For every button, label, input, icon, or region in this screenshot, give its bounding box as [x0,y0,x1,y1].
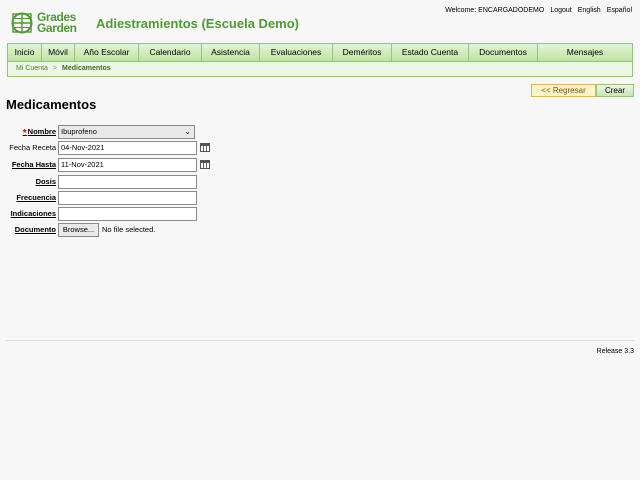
fecha-hasta-label: Fecha Hasta [11,160,56,169]
fecha-receta-input[interactable]: 04-Nov-2021 [58,141,197,155]
form-row-frecuencia: Frecuencia [0,191,640,205]
nav-item-mensajes[interactable]: Mensajes [538,44,632,61]
nav-item-movil[interactable]: Móvil [42,44,75,61]
form-row-dosis: Dosis [0,175,640,189]
globe-logo-icon [11,12,33,34]
grades-garden-logo: Grades Garden [11,11,83,35]
nav-item-demeritos[interactable]: Deméritos [333,44,392,61]
user-bar: Welcome: ENCARGADODEMO Logout English Es… [445,7,632,14]
form-row-indicaciones: Indicaciones [0,207,640,221]
back-button[interactable]: << Regresar [531,84,596,97]
indicaciones-input[interactable] [58,207,197,221]
nav-item-documentos[interactable]: Documentos [469,44,538,61]
release-text: Release 3.3 [596,348,634,355]
nombre-select[interactable]: Ibuprofeno ⌄ [58,125,195,139]
form-row-documento: Documento Browse... No file selected. [0,223,640,237]
breadcrumb: Mi Cuenta > Medicamentos [7,62,633,77]
calendar-icon[interactable] [200,143,210,152]
nav-item-asistencia[interactable]: Asistencia [202,44,260,61]
breadcrumb-current: Medicamentos [62,65,111,72]
nav-item-evaluaciones[interactable]: Evaluaciones [260,44,333,61]
form-row-fecha-hasta: Fecha Hasta 11-Nov-2021 [0,158,640,172]
breadcrumb-separator: > [52,65,57,72]
browse-button[interactable]: Browse... [58,223,99,237]
logout-link[interactable]: Logout [550,7,571,14]
breadcrumb-mi-cuenta[interactable]: Mi Cuenta [16,65,48,72]
dosis-input[interactable] [58,175,197,189]
fecha-receta-label: Fecha Receta [9,143,56,152]
dosis-label: Dosis [35,177,56,186]
nav-item-ano-escolar[interactable]: Año Escolar [75,44,139,61]
form-row-fecha-receta: Fecha Receta 04-Nov-2021 [0,141,640,155]
app-title: Adiestramientos (Escuela Demo) [96,16,300,31]
documento-label: Documento [14,225,56,234]
chevron-down-icon: ⌄ [184,127,191,136]
fecha-hasta-input[interactable]: 11-Nov-2021 [58,158,197,172]
no-file-text: No file selected. [102,225,156,234]
footer-divider [6,340,634,341]
nombre-label: *Nombre [22,127,56,139]
english-link[interactable]: English [578,7,601,14]
welcome-text: Welcome: ENCARGADODEMO [445,7,545,14]
main-nav: Inicio Móvil Año Escolar Calendario Asis… [7,43,633,62]
spanish-link[interactable]: Español [607,7,632,14]
nav-item-calendario[interactable]: Calendario [139,44,202,61]
nav-item-inicio[interactable]: Inicio [8,44,42,61]
frecuencia-label: Frecuencia [16,193,56,202]
form-row-nombre: *Nombre Ibuprofeno ⌄ [0,125,640,139]
nav-item-estado-cuenta[interactable]: Estado Cuenta [392,44,469,61]
frecuencia-input[interactable] [58,191,197,205]
page-title: Medicamentos [6,97,97,112]
logo-text-garden: Garden [37,21,77,35]
calendar-icon[interactable] [200,160,210,169]
indicaciones-label: Indicaciones [10,209,56,218]
required-asterisk: * [22,128,27,139]
create-button[interactable]: Crear [596,84,634,97]
